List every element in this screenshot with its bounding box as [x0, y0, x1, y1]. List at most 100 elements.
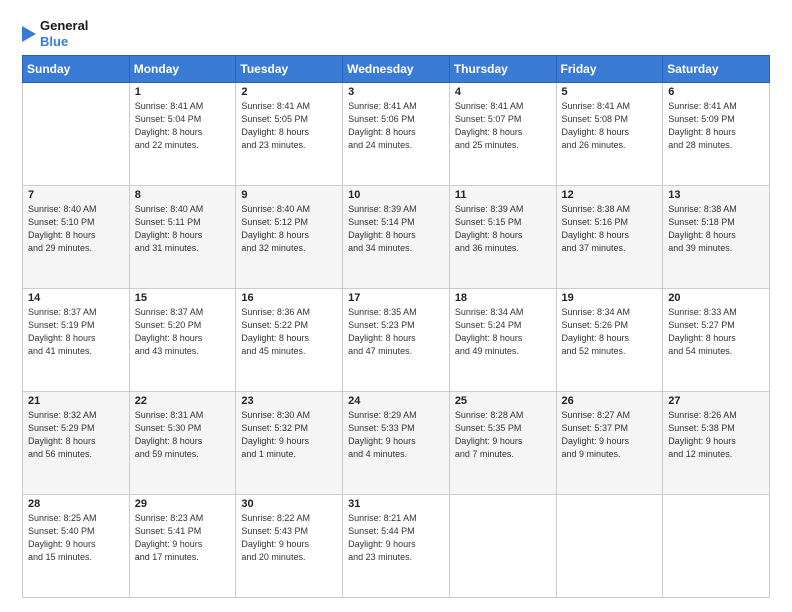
calendar-week-row: 28 Sunrise: 8:25 AM Sunset: 5:40 PM Dayli…: [23, 495, 770, 598]
day-info: Sunrise: 8:23 AM Sunset: 5:41 PM Dayligh…: [135, 512, 231, 564]
day-number: 20: [668, 292, 764, 304]
day-number: 15: [135, 292, 231, 304]
calendar-cell: 28 Sunrise: 8:25 AM Sunset: 5:40 PM Dayli…: [23, 495, 130, 598]
day-number: 26: [562, 395, 658, 407]
day-info: Sunrise: 8:40 AM Sunset: 5:11 PM Dayligh…: [135, 203, 231, 255]
day-info: Sunrise: 8:41 AM Sunset: 5:07 PM Dayligh…: [455, 100, 551, 152]
day-info: Sunrise: 8:29 AM Sunset: 5:33 PM Dayligh…: [348, 409, 444, 461]
day-number: 3: [348, 86, 444, 98]
day-number: 13: [668, 189, 764, 201]
calendar-cell: 26 Sunrise: 8:27 AM Sunset: 5:37 PM Dayli…: [556, 392, 663, 495]
calendar-cell: 11 Sunrise: 8:39 AM Sunset: 5:15 PM Dayli…: [449, 186, 556, 289]
day-number: 7: [28, 189, 124, 201]
calendar-cell: [449, 495, 556, 598]
day-info: Sunrise: 8:28 AM Sunset: 5:35 PM Dayligh…: [455, 409, 551, 461]
day-info: Sunrise: 8:39 AM Sunset: 5:15 PM Dayligh…: [455, 203, 551, 255]
calendar-cell: 16Sunrise: 8:36 AM Sunset: 5:22 PM Dayli…: [236, 289, 343, 392]
day-number: 12: [562, 189, 658, 201]
day-number: 23: [241, 395, 337, 407]
day-number: 28: [28, 498, 124, 510]
calendar-cell: 24 Sunrise: 8:29 AM Sunset: 5:33 PM Dayli…: [343, 392, 450, 495]
day-number: 25: [455, 395, 551, 407]
day-number: 30: [241, 498, 337, 510]
calendar-cell: 4 Sunrise: 8:41 AM Sunset: 5:07 PM Daylig…: [449, 83, 556, 186]
calendar-cell: 9 Sunrise: 8:40 AM Sunset: 5:12 PM Daylig…: [236, 186, 343, 289]
day-number: 9: [241, 189, 337, 201]
calendar-cell: [556, 495, 663, 598]
calendar-cell: [663, 495, 770, 598]
day-info: Sunrise: 8:38 AM Sunset: 5:18 PM Dayligh…: [668, 203, 764, 255]
calendar-cell: 2Sunrise: 8:41 AM Sunset: 5:05 PM Daylig…: [236, 83, 343, 186]
calendar-week-row: 21 Sunrise: 8:32 AM Sunset: 5:29 PM Dayli…: [23, 392, 770, 495]
day-info: Sunrise: 8:40 AM Sunset: 5:12 PM Dayligh…: [241, 203, 337, 255]
calendar-cell: 31 Sunrise: 8:21 AM Sunset: 5:44 PM Dayli…: [343, 495, 450, 598]
calendar-table: SundayMondayTuesdayWednesdayThursdayFrid…: [22, 55, 770, 598]
calendar-cell: 7 Sunrise: 8:40 AM Sunset: 5:10 PM Daylig…: [23, 186, 130, 289]
day-info: Sunrise: 8:39 AM Sunset: 5:14 PM Dayligh…: [348, 203, 444, 255]
logo-general: General: [40, 18, 88, 34]
day-number: 21: [28, 395, 124, 407]
calendar-body: 1 Sunrise: 8:41 AM Sunset: 5:04 PM Daylig…: [23, 83, 770, 598]
calendar-cell: 15 Sunrise: 8:37 AM Sunset: 5:20 PM Dayli…: [129, 289, 236, 392]
calendar-cell: 17Sunrise: 8:35 AM Sunset: 5:23 PM Dayli…: [343, 289, 450, 392]
day-info: Sunrise: 8:22 AM Sunset: 5:43 PM Dayligh…: [241, 512, 337, 564]
logo-triangle-icon: [22, 22, 36, 46]
day-number: 22: [135, 395, 231, 407]
day-info: Sunrise: 8:35 AM Sunset: 5:23 PM Dayligh…: [348, 306, 444, 358]
day-info: Sunrise: 8:32 AM Sunset: 5:29 PM Dayligh…: [28, 409, 124, 461]
weekday-header-saturday: Saturday: [663, 56, 770, 83]
weekday-header-wednesday: Wednesday: [343, 56, 450, 83]
day-number: 19: [562, 292, 658, 304]
calendar-cell: 18Sunrise: 8:34 AM Sunset: 5:24 PM Dayli…: [449, 289, 556, 392]
weekday-header-friday: Friday: [556, 56, 663, 83]
day-info: Sunrise: 8:34 AM Sunset: 5:24 PM Dayligh…: [455, 306, 551, 358]
day-info: Sunrise: 8:41 AM Sunset: 5:08 PM Dayligh…: [562, 100, 658, 152]
calendar-cell: 22 Sunrise: 8:31 AM Sunset: 5:30 PM Dayli…: [129, 392, 236, 495]
day-info: Sunrise: 8:36 AM Sunset: 5:22 PM Dayligh…: [241, 306, 337, 358]
weekday-header-monday: Monday: [129, 56, 236, 83]
calendar-cell: 5Sunrise: 8:41 AM Sunset: 5:08 PM Daylig…: [556, 83, 663, 186]
calendar-cell: [23, 83, 130, 186]
weekday-header-sunday: Sunday: [23, 56, 130, 83]
calendar-week-row: 7 Sunrise: 8:40 AM Sunset: 5:10 PM Daylig…: [23, 186, 770, 289]
day-number: 1: [135, 86, 231, 98]
day-info: Sunrise: 8:25 AM Sunset: 5:40 PM Dayligh…: [28, 512, 124, 564]
calendar-cell: 14 Sunrise: 8:37 AM Sunset: 5:19 PM Dayli…: [23, 289, 130, 392]
calendar-cell: 23 Sunrise: 8:30 AM Sunset: 5:32 PM Dayli…: [236, 392, 343, 495]
calendar-cell: 13 Sunrise: 8:38 AM Sunset: 5:18 PM Dayli…: [663, 186, 770, 289]
calendar-cell: 20Sunrise: 8:33 AM Sunset: 5:27 PM Dayli…: [663, 289, 770, 392]
day-number: 27: [668, 395, 764, 407]
day-info: Sunrise: 8:41 AM Sunset: 5:06 PM Dayligh…: [348, 100, 444, 152]
day-number: 10: [348, 189, 444, 201]
day-info: Sunrise: 8:21 AM Sunset: 5:44 PM Dayligh…: [348, 512, 444, 564]
day-info: Sunrise: 8:38 AM Sunset: 5:16 PM Dayligh…: [562, 203, 658, 255]
calendar-cell: 30 Sunrise: 8:22 AM Sunset: 5:43 PM Dayli…: [236, 495, 343, 598]
day-number: 29: [135, 498, 231, 510]
calendar-week-row: 1 Sunrise: 8:41 AM Sunset: 5:04 PM Daylig…: [23, 83, 770, 186]
day-info: Sunrise: 8:27 AM Sunset: 5:37 PM Dayligh…: [562, 409, 658, 461]
calendar-cell: 25 Sunrise: 8:28 AM Sunset: 5:35 PM Dayli…: [449, 392, 556, 495]
calendar-cell: 8Sunrise: 8:40 AM Sunset: 5:11 PM Daylig…: [129, 186, 236, 289]
page: GeneralBlue SundayMondayTuesdayWednesday…: [0, 0, 792, 612]
day-number: 4: [455, 86, 551, 98]
header: GeneralBlue: [22, 18, 770, 49]
logo-blue: Blue: [40, 34, 88, 50]
day-number: 2: [241, 86, 337, 98]
day-info: Sunrise: 8:31 AM Sunset: 5:30 PM Dayligh…: [135, 409, 231, 461]
calendar-cell: 19Sunrise: 8:34 AM Sunset: 5:26 PM Dayli…: [556, 289, 663, 392]
day-info: Sunrise: 8:37 AM Sunset: 5:20 PM Dayligh…: [135, 306, 231, 358]
day-number: 31: [348, 498, 444, 510]
day-info: Sunrise: 8:41 AM Sunset: 5:09 PM Dayligh…: [668, 100, 764, 152]
day-number: 14: [28, 292, 124, 304]
day-number: 24: [348, 395, 444, 407]
day-number: 11: [455, 189, 551, 201]
day-info: Sunrise: 8:30 AM Sunset: 5:32 PM Dayligh…: [241, 409, 337, 461]
day-info: Sunrise: 8:37 AM Sunset: 5:19 PM Dayligh…: [28, 306, 124, 358]
calendar-cell: 3 Sunrise: 8:41 AM Sunset: 5:06 PM Daylig…: [343, 83, 450, 186]
calendar-week-row: 14 Sunrise: 8:37 AM Sunset: 5:19 PM Dayli…: [23, 289, 770, 392]
day-info: Sunrise: 8:41 AM Sunset: 5:04 PM Dayligh…: [135, 100, 231, 152]
calendar-cell: 1 Sunrise: 8:41 AM Sunset: 5:04 PM Daylig…: [129, 83, 236, 186]
day-info: Sunrise: 8:40 AM Sunset: 5:10 PM Dayligh…: [28, 203, 124, 255]
day-number: 6: [668, 86, 764, 98]
day-info: Sunrise: 8:26 AM Sunset: 5:38 PM Dayligh…: [668, 409, 764, 461]
